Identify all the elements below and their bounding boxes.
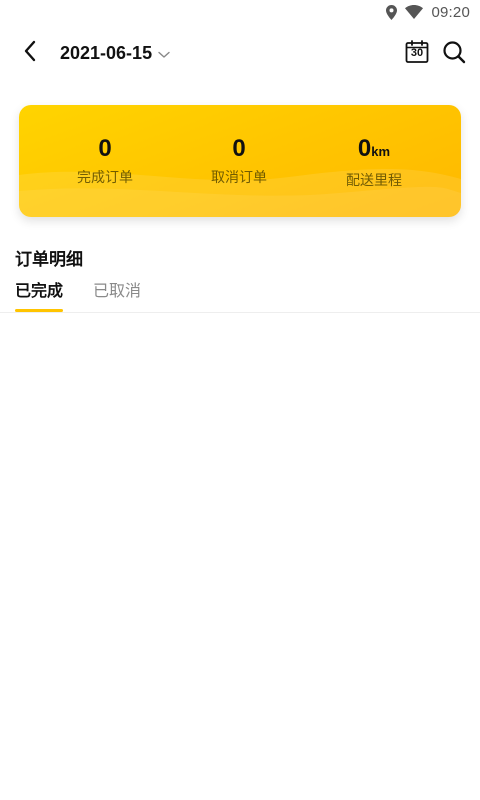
delivery-distance-label: 配送里程 <box>346 173 402 189</box>
order-tabs: 已完成 已取消 <box>0 280 480 313</box>
location-pin-icon <box>386 4 398 20</box>
status-time: 09:20 <box>431 3 470 21</box>
summary-card: 0 完成订单 0 取消订单 0km 配送里程 <box>19 105 461 217</box>
status-bar: 09:20 <box>0 0 480 24</box>
wifi-icon <box>405 5 424 19</box>
date-selector[interactable]: 2021-06-15 <box>60 40 170 66</box>
completed-orders-value: 0 <box>98 135 112 162</box>
tab-cancelled[interactable]: 已取消 <box>93 280 141 312</box>
delivery-distance-value-row: 0km <box>304 135 444 166</box>
order-list <box>0 313 480 800</box>
status-icons: 09:20 <box>386 3 470 21</box>
order-details-title: 订单明细 <box>15 250 83 270</box>
delivery-distance-stat: 0km 配送里程 <box>304 135 444 190</box>
date-text: 2021-06-15 <box>60 42 153 63</box>
chevron-down-icon <box>158 44 170 63</box>
cancelled-orders-label: 取消订单 <box>211 170 267 186</box>
header: 2021-06-15 30 <box>0 28 480 78</box>
delivery-distance-value: 0 <box>357 135 372 162</box>
search-icon <box>442 41 466 68</box>
tab-completed[interactable]: 已完成 <box>15 280 63 312</box>
delivery-distance-unit: km <box>371 144 391 159</box>
search-button[interactable] <box>442 40 468 66</box>
chevron-left-icon <box>23 40 37 66</box>
active-tab-indicator <box>15 309 63 312</box>
back-button[interactable] <box>14 38 46 68</box>
completed-orders-label: 完成订单 <box>77 170 133 186</box>
cancelled-orders-stat: 0 取消订单 <box>169 135 309 187</box>
cancelled-orders-value: 0 <box>232 135 246 162</box>
calendar-day-number: 30 <box>410 47 424 59</box>
calendar-button[interactable]: 30 <box>405 40 431 66</box>
completed-orders-stat: 0 完成订单 <box>35 135 175 187</box>
